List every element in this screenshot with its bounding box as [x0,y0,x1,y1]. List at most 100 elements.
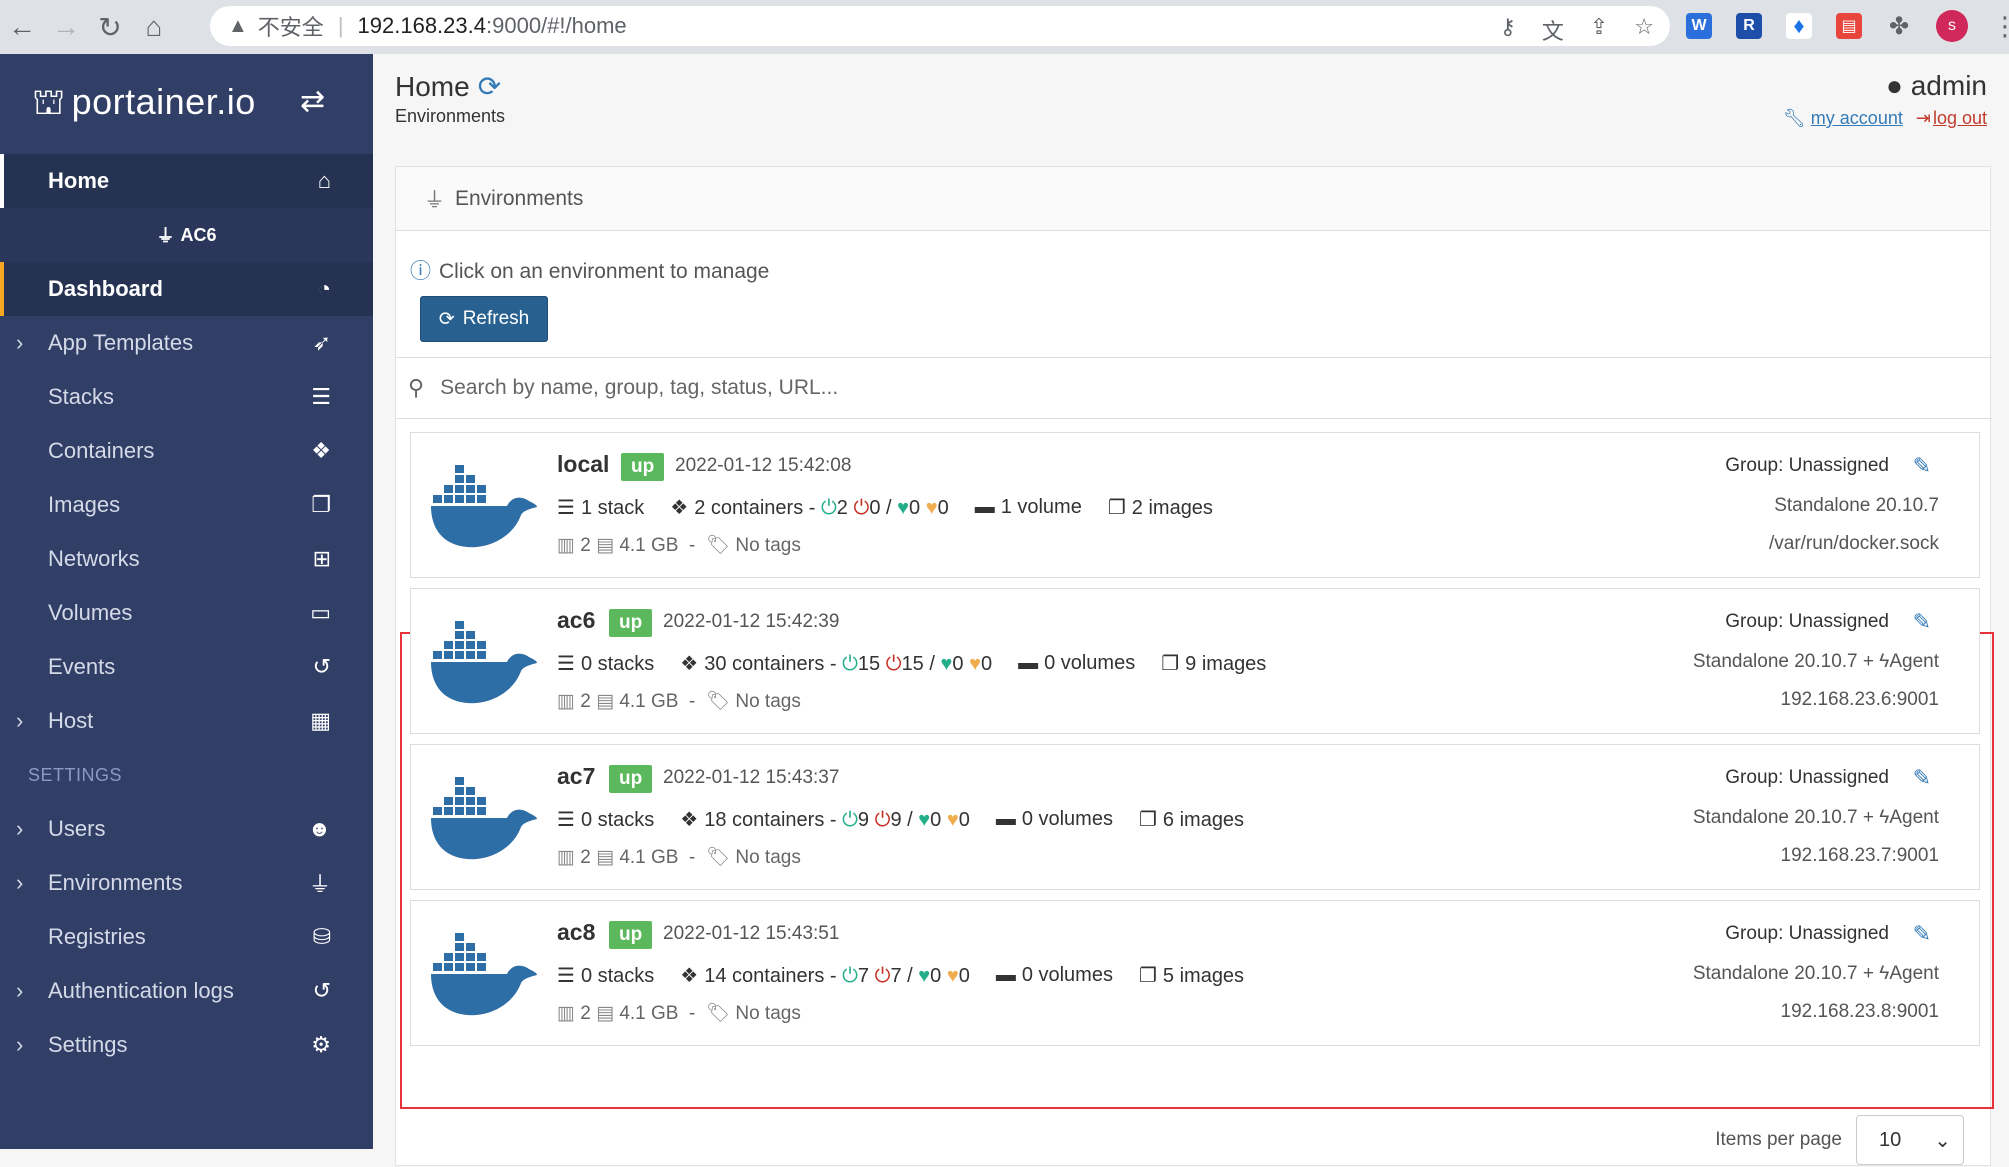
search-input[interactable] [440,376,1841,400]
sidebar-toggle-icon[interactable]: ⇄ [300,84,325,119]
back-icon[interactable]: ← [0,5,44,49]
separator: / [929,653,935,675]
browser-menu-icon[interactable]: ⋮ [1992,11,2009,42]
cubes-icon: ❖ [680,965,699,987]
th-list-icon: ☰ [557,497,575,519]
extension-red-icon[interactable]: ▤ [1836,13,1862,39]
sidebar-item-dashboard[interactable]: Dashboard ◔ [0,262,373,316]
environment-item-ac7[interactable]: ac7 up 2022-01-12 15:43:37 ☰ 0 stacks ❖ 18… [410,744,1980,890]
sitemap-icon: ⊞ [312,546,331,571]
sidebar: ⛫ portainer.io ⇄ Home ⌂ ⏚ AC6 Dashboard ◔ … [0,54,373,1149]
sidebar-item-stacks[interactable]: Stacks ☰ [0,370,373,424]
sidebar-item-label: Users [48,816,106,841]
images-count: 2 images [1131,497,1213,519]
address-separator: | [337,13,344,38]
environment-group: Group: Unassigned [1725,611,1889,632]
separator: - [689,691,696,712]
brand-name: portainer.io [71,80,256,122]
images-count: 5 images [1162,965,1245,987]
healthy-count: 0 [909,497,921,519]
sidebar-item-events[interactable]: Events ↺ [0,640,373,694]
edit-pencil-icon[interactable]: ✎ [1913,765,1931,791]
refresh-button[interactable]: ⟳ Refresh [420,296,548,342]
environment-item-ac8[interactable]: ac8 up 2022-01-12 15:43:51 ☰ 0 stacks ❖ 14… [410,900,1980,1046]
sidebar-item-environments[interactable]: › Environments ⏚ [0,856,373,910]
items-per-page-select[interactable]: 10 ⌄ [1856,1115,1964,1165]
cubes-icon: ❖ [680,809,699,831]
sidebar-item-registries[interactable]: Registries ⛁ [0,910,373,964]
environment-type: Standalone 20.10.7 + ϟAgent [1693,807,1939,829]
separator: / [886,497,892,519]
insecure-label: 不安全 [257,15,324,40]
sidebar-item-host[interactable]: › Host ▦ [0,694,373,748]
heartbeat-healthy-icon: ♥ [940,653,953,675]
cpu-icon: ▥ [557,1003,575,1024]
sidebar-item-images[interactable]: Images ❐ [0,478,373,532]
refresh-icon[interactable]: ⟳ [478,71,501,102]
tags-icon: 🏷︎ [705,1003,731,1024]
sidebar-item-home[interactable]: Home ⌂ [0,154,373,208]
sidebar-item-volumes[interactable]: Volumes ▭ [0,586,373,640]
th-list-icon: ☰ [557,965,575,987]
my-account-link[interactable]: my account [1811,108,1903,128]
cpu-count: 2 [580,535,591,556]
agent-label: Agent [1889,807,1939,828]
key-icon[interactable]: ⚷ [1500,14,1516,46]
clone-icon: ❐ [1161,653,1180,675]
log-out-link[interactable]: log out [1933,108,1987,128]
chevron-right-icon: › [16,708,24,733]
cpu-count: 2 [580,691,591,712]
memory-icon: ▤ [596,1003,615,1024]
edit-pencil-icon[interactable]: ✎ [1913,609,1931,635]
environment-type-label: Standalone 20.10.7 + [1692,963,1880,984]
sidebar-item-networks[interactable]: Networks ⊞ [0,532,373,586]
containers-count: 14 containers - [704,965,837,987]
healthy-count: 0 [930,965,942,987]
edit-pencil-icon[interactable]: ✎ [1913,453,1931,479]
extension-w-icon[interactable]: W [1686,13,1712,39]
plug-icon: ⏚ [156,226,175,246]
sidebar-item-settings[interactable]: › Settings ⚙ [0,1018,373,1072]
power-off-icon: ⏻ [874,965,891,987]
environment-resources: ▥ 2 ▤ 4.1 GB - 🏷︎ No tags [557,533,801,557]
environment-name: ac8 [557,919,596,945]
sidebar-item-containers[interactable]: Containers ❖ [0,424,373,478]
hint-label: Click on an environment to manage [439,260,770,283]
home-browser-icon[interactable]: ⌂ [132,5,176,49]
extension-diamond-icon[interactable]: ♦ [1786,13,1812,39]
edit-pencil-icon[interactable]: ✎ [1913,921,1931,947]
sidebar-item-label: Settings [48,1032,128,1057]
environment-item-local[interactable]: local up 2022-01-12 15:42:08 ☰ 1 stack ❖ 2… [410,432,1980,578]
stacks-count: 0 stacks [580,653,655,675]
status-badge: up [609,609,653,637]
containers-count: 2 containers - [694,497,816,519]
sidebar-item-app-templates[interactable]: › App Templates ➶ [0,316,373,370]
volumes-count: 0 volumes [1044,652,1136,674]
extensions-puzzle-icon[interactable]: ✤ [1886,13,1912,40]
environment-item-ac6[interactable]: ac6 up 2022-01-12 15:42:39 ☰ 0 stacks ❖ 30… [410,588,1980,734]
sidebar-item-label: Host [48,708,94,733]
reload-icon[interactable]: ↻ [88,5,132,49]
bookmark-star-icon[interactable]: ☆ [1634,14,1654,46]
bolt-icon: ϟ [1879,651,1890,672]
sidebar-item-users[interactable]: › Users ☻ [0,802,373,856]
forward-icon[interactable]: → [44,5,88,49]
th-list-icon: ☰ [557,809,575,831]
unhealthy-count: 0 [980,653,993,675]
environment-name: AC6 [180,224,217,245]
images-count: 9 images [1185,653,1267,675]
sidebar-item-label: Images [48,492,121,517]
cpu-count: 2 [580,1003,591,1024]
profile-avatar[interactable]: s [1936,10,1968,42]
translate-icon[interactable]: 文 [1542,14,1564,46]
share-icon[interactable]: ⇪ [1590,14,1608,46]
sidebar-item-label: Home [48,168,110,193]
sidebar-item-authentication-logs[interactable]: › Authentication logs ↺ [0,964,373,1018]
environment-type: Standalone 20.10.7 [1774,495,1939,516]
extension-r-icon[interactable]: R [1736,13,1762,39]
tags-label: No tags [735,535,801,556]
th-list-icon: ☰ [557,653,575,675]
address-bar[interactable]: ▲ 不安全 | 192.168.23.4:9000/#!/home ⚷ 文 ⇪ … [210,6,1670,46]
username: admin [1910,70,1987,101]
url-host: 192.168.23.4 [357,13,486,38]
